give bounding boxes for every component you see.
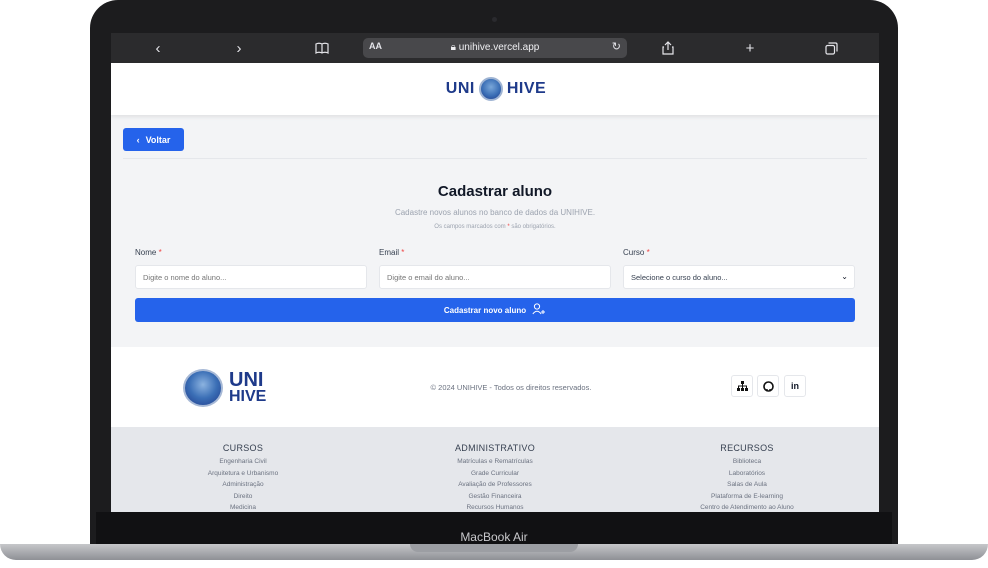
logo-emblem-icon — [478, 77, 503, 101]
footer-link[interactable]: Arquitetura e Urbanismo — [153, 468, 333, 480]
divider — [123, 158, 867, 159]
camera — [492, 17, 497, 22]
linkedin-icon-text: in — [791, 381, 799, 391]
email-label-text: Email — [379, 248, 400, 257]
github-icon[interactable] — [757, 375, 779, 397]
copyright: © 2024 UNIHIVE - Todos os direitos reser… — [430, 383, 592, 392]
footer-link[interactable]: Direito — [153, 491, 333, 503]
footer-column-resources: RECURSOS Biblioteca Laboratórios Salas d… — [657, 443, 837, 512]
header-logo[interactable]: UNI HIVE — [431, 75, 561, 103]
share-icon[interactable] — [653, 33, 683, 63]
footer-column-title: RECURSOS — [720, 443, 774, 453]
footer-link[interactable]: Centro de Atendimento ao Aluno — [657, 502, 837, 512]
footer: UNI HIVE © 2024 UNIHIVE - Todos os direi… — [111, 347, 879, 427]
back-arrow-icon[interactable]: ‹ — [143, 33, 173, 63]
course-label-text: Curso — [623, 248, 645, 257]
chevron-down-icon: ⌄ — [841, 272, 848, 281]
linkedin-icon[interactable]: in — [784, 375, 806, 397]
footer-link[interactable]: Recursos Humanos — [405, 502, 585, 512]
footer-link[interactable]: Matrículas e Rematrículas — [405, 456, 585, 468]
required-asterisk: * — [401, 248, 405, 257]
site-header: UNI HIVE — [111, 63, 879, 115]
tabs-overview-icon[interactable] — [816, 33, 846, 63]
forward-arrow-icon[interactable]: › — [224, 33, 254, 63]
footer-column-administrative: ADMINISTRATIVO Matrículas e Rematrículas… — [405, 443, 585, 512]
footer-column-courses: CURSOS Engenharia Civil Arquitetura e Ur… — [153, 443, 333, 512]
email-label: Email * — [379, 248, 404, 257]
footer-link[interactable]: Gestão Financeira — [405, 491, 585, 503]
bookmarks-icon[interactable] — [307, 33, 337, 63]
name-label-text: Nome — [135, 248, 157, 257]
footer-link[interactable]: Salas de Aula — [657, 479, 837, 491]
device-model-label: MacBook Air — [460, 530, 528, 544]
address-bar[interactable]: AA 🔒︎ unihive.vercel.app ↻ — [363, 38, 627, 58]
footer-link[interactable]: Engenharia Civil — [153, 456, 333, 468]
page-subtitle: Cadastre novos alunos no banco de dados … — [394, 208, 596, 217]
footer-link[interactable]: Plataforma de E-learning — [657, 491, 837, 503]
back-button[interactable]: ‹ Voltar — [123, 128, 184, 151]
lock-icon: 🔒︎ — [450, 42, 459, 53]
required-asterisk: * — [646, 248, 650, 257]
note-text: Os campos marcados com — [434, 224, 508, 230]
browser-toolbar: ‹ › AA 🔒︎ unihive.vercel.app ↻ + — [111, 33, 879, 63]
footer-logo-uni: UNI — [229, 369, 264, 391]
email-input[interactable] — [379, 265, 611, 289]
footer-link[interactable]: Grade Curricular — [405, 468, 585, 480]
name-label: Nome * — [135, 248, 162, 257]
footer-link[interactable]: Laboratórios — [657, 468, 837, 480]
footer-links: CURSOS Engenharia Civil Arquitetura e Ur… — [111, 427, 879, 512]
browser-screen: ‹ › AA 🔒︎ unihive.vercel.app ↻ + UNI HIV… — [111, 33, 879, 512]
footer-column-title: ADMINISTRATIVO — [454, 443, 536, 453]
course-label: Curso * — [623, 248, 650, 257]
footer-link[interactable]: Medicina — [153, 502, 333, 512]
submit-button[interactable]: Cadastrar novo aluno — [135, 298, 855, 322]
required-asterisk: * — [158, 248, 162, 257]
footer-link[interactable]: Avaliação de Professores — [405, 479, 585, 491]
footer-logo[interactable]: UNI HIVE — [183, 369, 293, 407]
course-select-value: Selecione o curso do aluno... — [631, 273, 728, 282]
required-note: Os campos marcados com * são obrigatório… — [111, 224, 879, 230]
url-text: 🔒︎ unihive.vercel.app — [450, 42, 540, 53]
submit-button-label: Cadastrar novo aluno — [443, 305, 527, 315]
footer-logo-hive: HIVE — [229, 388, 267, 405]
reload-icon[interactable]: ↻ — [612, 40, 621, 53]
logo-text-uni: UNI — [445, 80, 475, 97]
laptop-hinge-notch — [410, 544, 578, 552]
back-button-label: Voltar — [145, 134, 171, 145]
chevron-left-icon: ‹ — [136, 134, 140, 145]
footer-link[interactable]: Biblioteca — [657, 456, 837, 468]
note-text: são obrigatórios. — [509, 224, 556, 230]
logo-emblem-icon — [183, 369, 223, 407]
logo-text-hive: HIVE — [506, 80, 547, 97]
course-select[interactable]: Selecione o curso do aluno... ⌄ — [623, 265, 855, 289]
name-input[interactable] — [135, 265, 367, 289]
add-user-icon — [532, 303, 546, 317]
footer-link[interactable]: Administração — [153, 479, 333, 491]
sitemap-icon[interactable] — [731, 375, 753, 397]
new-tab-icon[interactable]: + — [735, 33, 765, 63]
footer-column-title: CURSOS — [222, 443, 264, 453]
page-title: Cadastrar aluno — [437, 183, 553, 200]
